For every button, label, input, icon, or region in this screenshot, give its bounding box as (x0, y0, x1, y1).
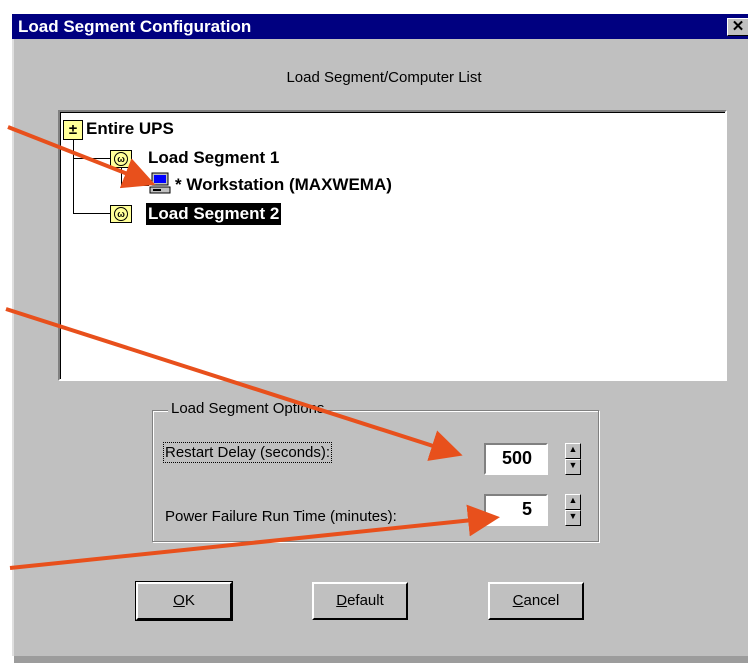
annotation-arrow (7, 125, 156, 189)
annotation-arrow (9, 504, 500, 570)
annotation-arrows (5, 125, 500, 570)
annotation-arrow (5, 307, 463, 461)
